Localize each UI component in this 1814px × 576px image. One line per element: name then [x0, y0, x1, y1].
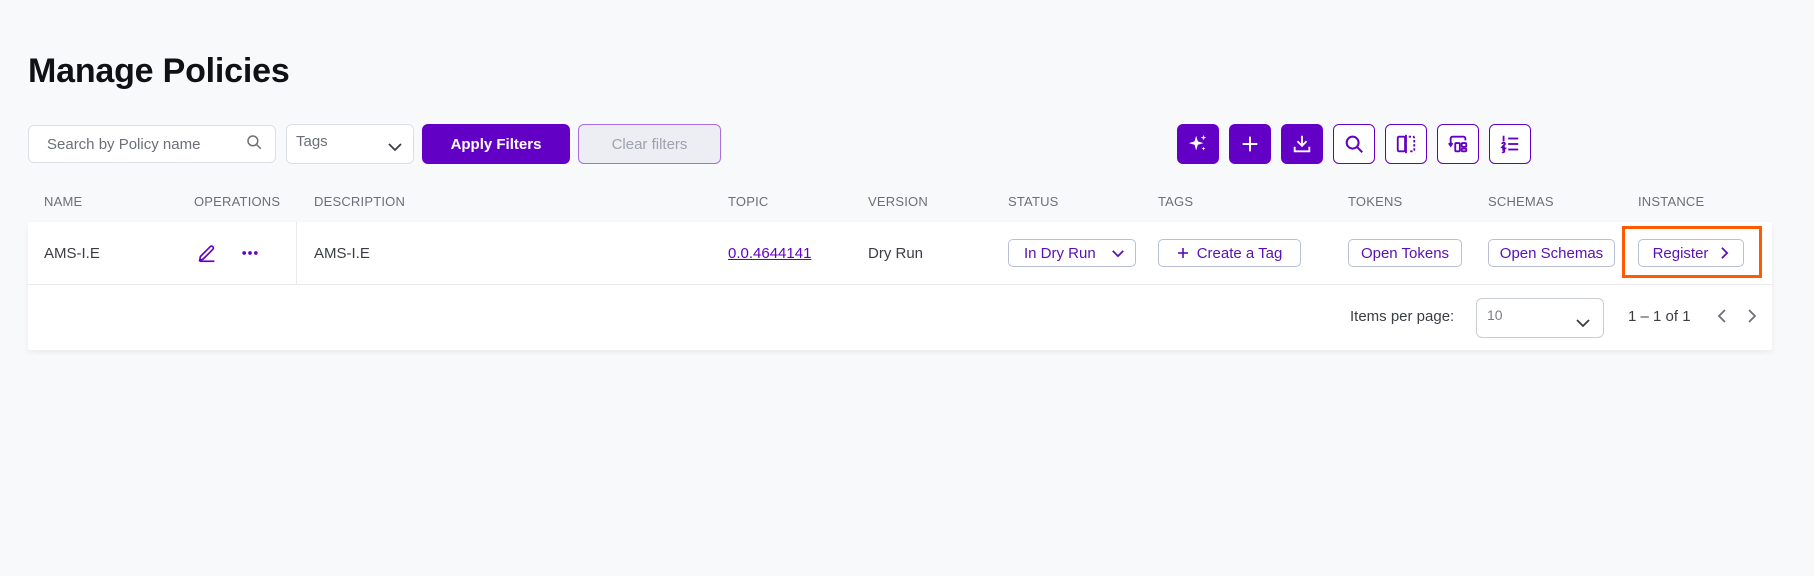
cell-topic: 0.0.4644141 [728, 222, 811, 284]
switch-layout-button[interactable] [1437, 124, 1479, 164]
items-per-page-label: Items per page: [1350, 308, 1455, 325]
topic-link[interactable]: 0.0.4644141 [728, 245, 811, 262]
plus-icon [1242, 136, 1258, 152]
tags-select[interactable]: Tags [286, 124, 414, 164]
edit-policy-button[interactable] [196, 222, 218, 284]
search-icon [1345, 135, 1363, 153]
filter-toolbar: Tags Apply Filters Clear filters [28, 124, 721, 164]
header-status: STATUS [1008, 194, 1059, 209]
apply-filters-button[interactable]: Apply Filters [422, 124, 570, 164]
register-highlight-box [1622, 226, 1762, 278]
policies-table: NAME OPERATIONS DESCRIPTION TOPIC VERSIO… [28, 182, 1772, 350]
cell-status: In Dry Run [1008, 222, 1136, 284]
search-icon[interactable] [245, 133, 263, 156]
column-divider [296, 222, 297, 284]
header-operations: OPERATIONS [194, 194, 281, 209]
table-body: AMS-I.E AMS-I.E 0.0.4644141 Dry Run In D… [28, 222, 1772, 350]
open-schemas-button[interactable]: Open Schemas [1488, 239, 1615, 267]
list-view-button[interactable] [1489, 124, 1531, 164]
download-icon [1293, 135, 1311, 153]
status-dropdown[interactable]: In Dry Run [1008, 239, 1136, 267]
search-input[interactable] [45, 134, 245, 154]
page-title: Manage Policies [28, 52, 290, 90]
search-policies-button[interactable] [1333, 124, 1375, 164]
cell-schemas: Open Schemas [1488, 222, 1615, 284]
ai-suggest-button[interactable] [1177, 124, 1219, 164]
header-instance: INSTANCE [1638, 194, 1705, 209]
add-policy-button[interactable] [1229, 124, 1271, 164]
switch-layout-icon [1448, 135, 1468, 153]
header-name: NAME [44, 194, 83, 209]
items-per-page-select[interactable]: 10 [1476, 298, 1604, 338]
more-horizontal-icon [242, 251, 258, 255]
cell-tokens: Open Tokens [1348, 222, 1462, 284]
import-button[interactable] [1281, 124, 1323, 164]
create-tag-button[interactable]: Create a Tag [1158, 239, 1301, 267]
tags-select-placeholder: Tags [296, 133, 328, 150]
create-tag-label: Create a Tag [1196, 244, 1283, 262]
open-tokens-button[interactable]: Open Tokens [1348, 239, 1462, 267]
header-topic: TOPIC [728, 194, 769, 209]
sparkle-icon [1188, 134, 1207, 151]
pagination-bar: Items per page: 10 1 – 1 of 1 [28, 284, 1772, 350]
numbered-list-icon [1500, 135, 1519, 154]
header-schemas: SCHEMAS [1488, 194, 1554, 209]
pencil-icon [198, 245, 215, 263]
pager-controls [1712, 306, 1762, 326]
status-label: In Dry Run [1024, 244, 1096, 262]
cell-name: AMS-I.E [44, 244, 100, 262]
chevron-down-icon [387, 139, 403, 156]
table-row: AMS-I.E AMS-I.E 0.0.4644141 Dry Run In D… [28, 222, 1772, 285]
search-field[interactable] [28, 125, 276, 163]
header-tokens: TOKENS [1348, 194, 1403, 209]
clear-filters-button[interactable]: Clear filters [578, 124, 721, 164]
chevron-down-icon [1575, 315, 1591, 331]
table-header: NAME OPERATIONS DESCRIPTION TOPIC VERSIO… [28, 182, 1772, 222]
cell-version: Dry Run [868, 244, 924, 262]
header-description: DESCRIPTION [314, 194, 406, 209]
cell-description: AMS-I.E [314, 244, 370, 262]
previous-page-icon[interactable] [1712, 306, 1732, 326]
compare-button[interactable] [1385, 124, 1427, 164]
plus-icon [1177, 248, 1188, 258]
header-version: VERSION [868, 194, 928, 209]
action-buttons [1177, 124, 1531, 164]
header-tags: TAGS [1158, 194, 1194, 209]
items-per-page-value: 10 [1487, 307, 1503, 323]
pagination-range: 1 – 1 of 1 [1628, 308, 1691, 325]
chevron-down-icon [1112, 249, 1124, 257]
cell-tags: Create a Tag [1158, 222, 1301, 284]
split-view-icon [1396, 134, 1416, 154]
more-actions-button[interactable] [240, 222, 260, 284]
next-page-icon[interactable] [1742, 306, 1762, 326]
